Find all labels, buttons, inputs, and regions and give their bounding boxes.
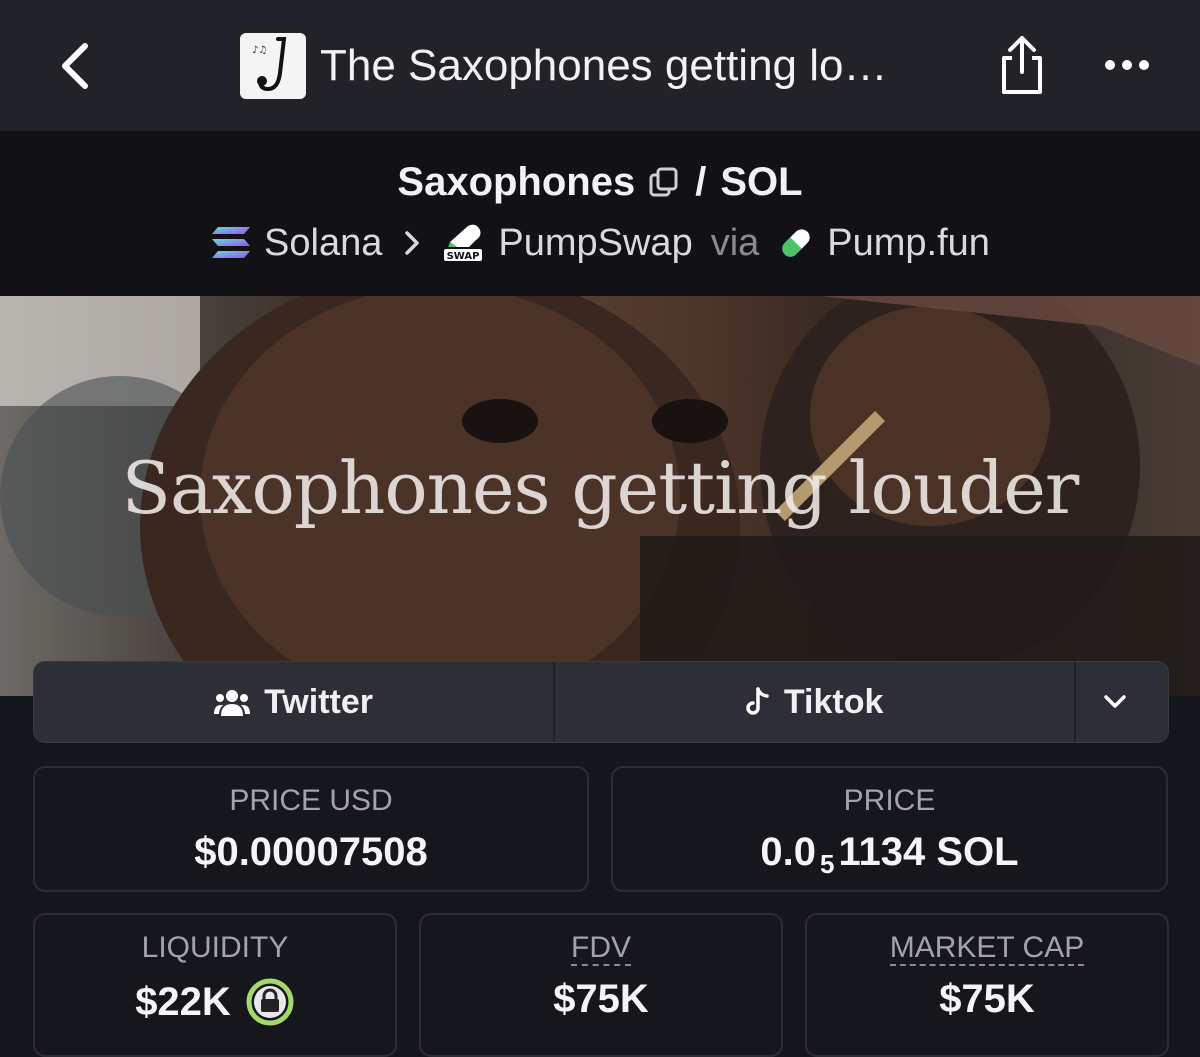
price-usd-value: $0.00007508	[194, 830, 428, 874]
svg-text:♪♫: ♪♫	[252, 45, 267, 56]
liquidity-value-row: $22K	[35, 977, 395, 1027]
more-options-button[interactable]	[1100, 40, 1156, 90]
fdv-label: FDV	[571, 931, 631, 966]
pair-separator: /	[695, 159, 707, 204]
market-cap-label-row[interactable]: MARKET CAP	[807, 931, 1167, 966]
expand-links-button[interactable]	[1076, 662, 1168, 742]
copy-icon[interactable]	[647, 165, 681, 199]
quote-token: SOL	[720, 159, 803, 204]
price-prefix: 0.0	[760, 830, 816, 874]
fdv-label-row[interactable]: FDV	[421, 931, 781, 966]
fdv-card: FDV $75K	[419, 913, 783, 1057]
price-label: PRICE	[843, 784, 936, 817]
pumpswap-icon: SWAP	[442, 224, 485, 263]
twitter-label: Twitter	[264, 682, 373, 721]
solana-icon	[212, 227, 251, 258]
liquidity-label: LIQUIDITY	[141, 931, 289, 964]
pair-title: Saxophones / SOL	[0, 154, 1200, 210]
share-icon	[1002, 36, 1042, 94]
tiktok-label: Tiktok	[783, 682, 884, 721]
chevron-right-icon	[405, 231, 420, 255]
users-icon	[214, 690, 251, 716]
more-icon	[1105, 60, 1149, 70]
market-cap-value: $75K	[939, 977, 1035, 1021]
price-native-value: 0.0 5 1134 SOL	[613, 830, 1166, 880]
token-banner: Saxophones getting louder	[0, 296, 1200, 696]
via-label: via	[710, 221, 760, 264]
top-bar: ♪♫ The Saxophones getting lo…	[0, 0, 1200, 131]
saxophone-icon: ♪♫	[252, 37, 287, 92]
dex-link[interactable]: PumpSwap	[498, 222, 692, 265]
network-link[interactable]: Solana	[264, 222, 382, 265]
token-thumbnail: ♪♫	[240, 33, 306, 99]
chain-breadcrumb: Solana SWAP PumpSwap via Pump.fun	[0, 216, 1200, 270]
launchpad-link[interactable]: Pump.fun	[827, 222, 990, 265]
tiktok-button[interactable]: Tiktok	[555, 662, 1077, 742]
social-links: Twitter Tiktok	[33, 661, 1169, 743]
fdv-value: $75K	[553, 977, 649, 1021]
swap-badge: SWAP	[447, 251, 480, 262]
liquidity-card: LIQUIDITY $22K	[33, 913, 397, 1057]
liquidity-value: $22K	[135, 979, 231, 1024]
chevron-down-icon	[1104, 695, 1126, 708]
price-usd-card: PRICE USD $0.00007508	[33, 766, 589, 892]
share-button[interactable]	[996, 32, 1048, 98]
price-usd-label: PRICE USD	[229, 784, 393, 817]
page-title: The Saxophones getting lo…	[320, 41, 888, 90]
market-cap-label: MARKET CAP	[889, 931, 1085, 966]
banner-caption: Saxophones getting louder	[121, 446, 1080, 530]
tiktok-icon	[746, 687, 769, 715]
back-button[interactable]	[44, 34, 104, 98]
price-suffix: 1134 SOL	[838, 830, 1019, 874]
twitter-button[interactable]: Twitter	[34, 662, 556, 742]
price-native-card: PRICE 0.0 5 1134 SOL	[611, 766, 1168, 892]
pill-icon	[782, 229, 810, 257]
base-token: Saxophones	[397, 159, 636, 204]
lock-icon[interactable]	[245, 977, 295, 1027]
chevron-left-icon	[62, 43, 88, 89]
market-cap-card: MARKET CAP $75K	[805, 913, 1169, 1057]
price-zero-count: 5	[820, 849, 835, 879]
